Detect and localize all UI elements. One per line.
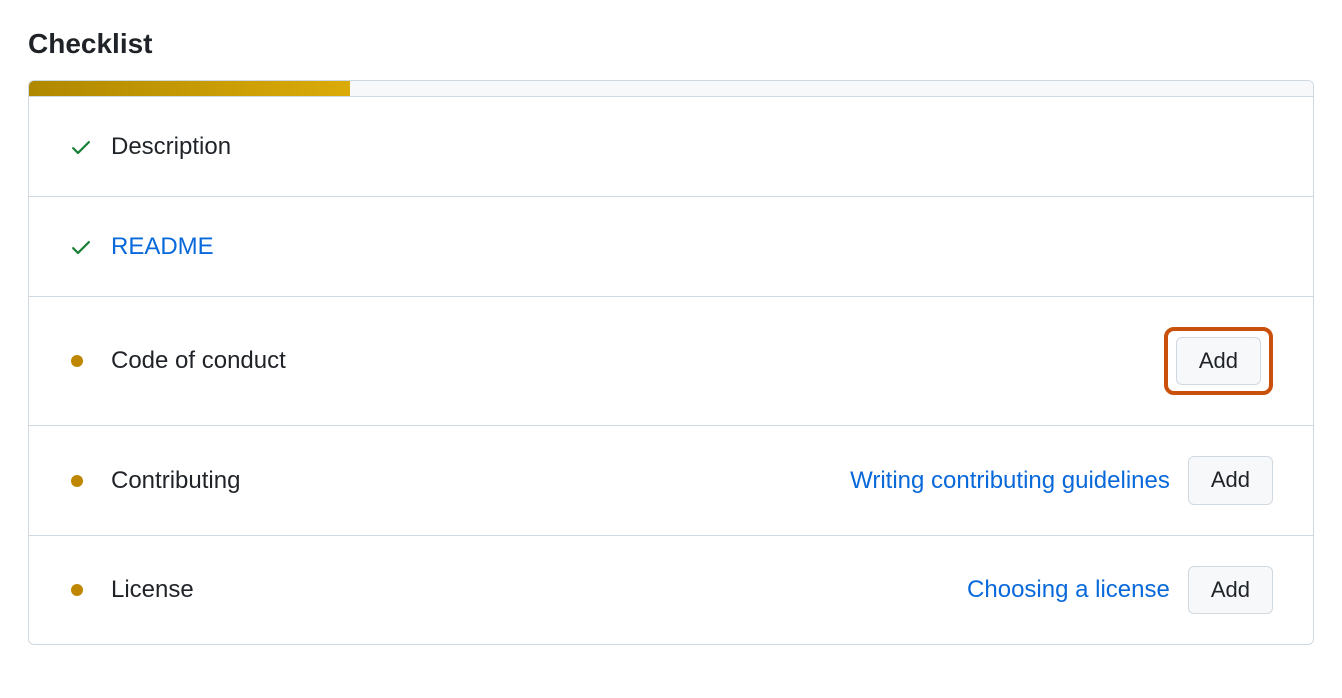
add-license-button[interactable]: Add [1188,566,1273,614]
checklist-heading: Checklist [28,28,1314,60]
checklist-row-readme: README [29,197,1313,297]
item-label: Code of conduct [111,347,1164,375]
contributing-guidelines-link[interactable]: Writing contributing guidelines [850,467,1170,495]
check-icon [69,235,97,259]
add-button-highlight: Add [1164,327,1273,395]
pending-dot-icon [69,475,97,487]
item-label: License [111,576,967,604]
checklist-row-license: License Choosing a license Add [29,536,1313,644]
item-label: Description [111,133,1273,161]
item-label: Contributing [111,467,850,495]
checklist-row-contributing: Contributing Writing contributing guidel… [29,426,1313,535]
progress-fill [29,81,350,96]
pending-dot-icon [69,355,97,367]
choosing-license-link[interactable]: Choosing a license [967,576,1170,604]
readme-link[interactable]: README [111,233,1273,261]
add-code-of-conduct-button[interactable]: Add [1176,337,1261,385]
checklist-row-code-of-conduct: Code of conduct Add [29,297,1313,426]
progress-bar [29,81,1313,97]
checklist-panel: Description README Code of conduct Add C… [28,80,1314,645]
checklist-row-description: Description [29,97,1313,197]
check-icon [69,135,97,159]
add-contributing-button[interactable]: Add [1188,456,1273,504]
pending-dot-icon [69,584,97,596]
